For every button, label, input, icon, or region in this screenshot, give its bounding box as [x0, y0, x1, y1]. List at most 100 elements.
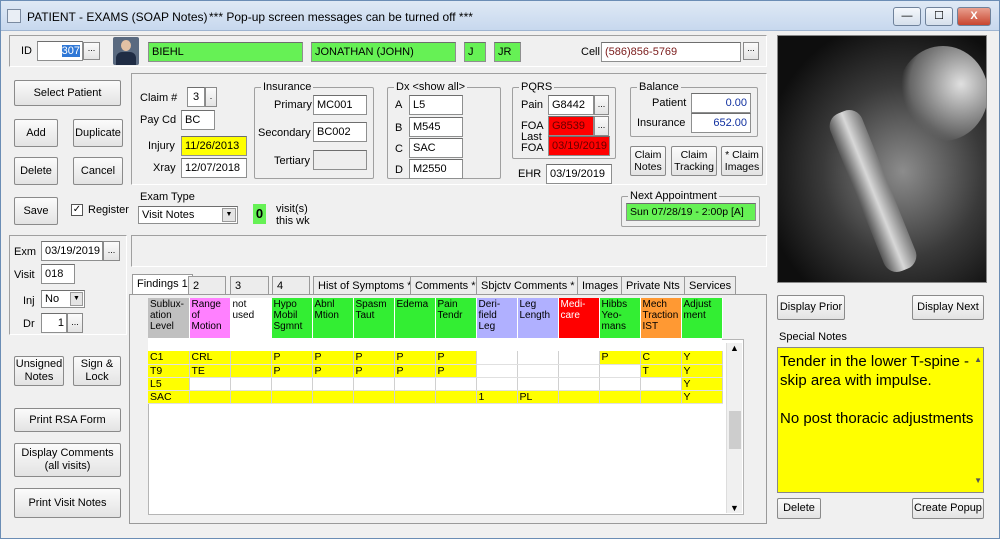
injury-date-field[interactable]: 11/26/2013 [181, 136, 247, 156]
maximize-button[interactable]: ☐ [925, 7, 953, 26]
col-edema[interactable]: Edema [394, 298, 436, 338]
paycd-field[interactable]: BC [181, 110, 215, 130]
grid-cell[interactable] [189, 377, 231, 391]
grid-cell[interactable]: Y [681, 351, 723, 365]
col-spasm[interactable]: Spasm Taut [353, 298, 395, 338]
grid-cell[interactable]: P [599, 351, 641, 365]
grid-cell[interactable]: P [435, 364, 477, 378]
grid-cell[interactable]: 1 [476, 390, 518, 404]
col-range-of-motion[interactable]: Range of Motion [189, 298, 231, 338]
grid-cell[interactable] [517, 377, 559, 391]
tab-images[interactable]: Images [577, 276, 624, 294]
grid-cell[interactable]: L5 [148, 377, 190, 391]
grid-cell[interactable]: TE [189, 364, 231, 378]
tab-findings-4[interactable]: 4 [272, 276, 310, 294]
col-leg-length[interactable]: Leg Length [517, 298, 559, 338]
ehr-date-field[interactable]: 03/19/2019 [546, 164, 612, 184]
xray-date-field[interactable]: 12/07/2018 [181, 158, 247, 178]
col-adjustment[interactable]: Adjust ment [681, 298, 723, 338]
register-checkbox[interactable]: ✓ [71, 204, 83, 216]
grid-cell[interactable] [558, 390, 600, 404]
display-next-button[interactable]: Display Next [912, 295, 984, 320]
tab-comments[interactable]: Comments * [410, 276, 481, 294]
cancel-button[interactable]: Cancel [73, 157, 123, 185]
grid-cell[interactable]: CRL [189, 351, 231, 365]
pain-lookup-button[interactable]: ... [594, 95, 609, 115]
select-patient-button[interactable]: Select Patient [14, 80, 121, 106]
grid-cell[interactable]: Y [681, 364, 723, 378]
grid-cell[interactable]: P [394, 364, 436, 378]
dx-b-field[interactable]: M545 [409, 117, 463, 137]
col-medicare[interactable]: Medi-care [558, 298, 600, 338]
col-hibbs[interactable]: Hibbs Yeo-mans [599, 298, 641, 338]
suffix-field[interactable]: JR [494, 42, 521, 62]
grid-cell[interactable] [476, 364, 518, 378]
grid-cell[interactable]: P [435, 351, 477, 365]
claim-number-field[interactable]: 3 [187, 87, 205, 107]
table-row[interactable]: L5 Y [148, 377, 723, 391]
doctor-field[interactable]: 1 [41, 313, 67, 333]
grid-cell[interactable] [271, 377, 313, 391]
grid-cell[interactable] [394, 390, 436, 404]
grid-cell[interactable]: C1 [148, 351, 190, 365]
last-name-field[interactable]: BIEHL [148, 42, 303, 62]
col-derifield-leg[interactable]: Deri-field Leg [476, 298, 518, 338]
foa-code-field[interactable]: G8539 [548, 116, 594, 136]
exam-type-select[interactable]: Visit Notes ▼ [138, 206, 238, 224]
print-visit-notes-button[interactable]: Print Visit Notes [14, 488, 121, 518]
grid-cell[interactable]: P [271, 364, 313, 378]
primary-insurance-field[interactable]: MC001 [313, 95, 367, 115]
dx-d-field[interactable]: M2550 [409, 159, 463, 179]
tab-private-notes[interactable]: Private Nts [621, 276, 685, 294]
grid-cell[interactable] [435, 390, 477, 404]
grid-cell[interactable] [312, 377, 354, 391]
foa-lookup-button[interactable]: ... [594, 116, 609, 136]
display-comments-button[interactable]: Display Comments (all visits) [14, 443, 121, 477]
col-subluxation[interactable]: Sublux-ation Level [148, 298, 190, 338]
grid-cell[interactable] [230, 377, 272, 391]
grid-cell[interactable] [476, 377, 518, 391]
exam-date-field[interactable]: 03/19/2019 [41, 241, 103, 261]
pain-code-field[interactable]: G8442 [548, 95, 594, 115]
grid-cell[interactable] [230, 364, 272, 378]
claim-notes-button[interactable]: Claim Notes [630, 146, 666, 176]
grid-cell[interactable] [312, 390, 354, 404]
dx-title[interactable]: Dx <show all> [394, 81, 468, 93]
display-prior-button[interactable]: Display Prior [777, 295, 845, 320]
grid-cell[interactable]: Y [681, 377, 723, 391]
minimize-button[interactable]: — [893, 7, 921, 26]
grid-cell[interactable]: P [353, 351, 395, 365]
claim-images-button[interactable]: * Claim Images [721, 146, 763, 176]
grid-cell[interactable]: Y [681, 390, 723, 404]
table-row[interactable]: SAC 1 PL Y [148, 390, 723, 404]
tertiary-insurance-field[interactable] [313, 150, 367, 170]
grid-cell[interactable]: C [640, 351, 682, 365]
next-appointment-field[interactable]: Sun 07/28/19 - 2:00p [A] [626, 203, 756, 221]
sign-lock-button[interactable]: Sign & Lock [73, 356, 121, 386]
id-lookup-button[interactable]: ... [83, 42, 100, 60]
grid-cell[interactable]: P [312, 351, 354, 365]
add-button[interactable]: Add [14, 119, 58, 147]
grid-cell[interactable] [640, 377, 682, 391]
grid-cell[interactable] [230, 351, 272, 365]
cell-lookup-button[interactable]: ... [743, 42, 759, 60]
dx-a-field[interactable]: L5 [409, 95, 463, 115]
grid-cell[interactable] [640, 390, 682, 404]
grid-cell[interactable] [599, 364, 641, 378]
delete-notes-button[interactable]: Delete [777, 498, 821, 519]
tab-services[interactable]: Services [684, 276, 737, 294]
grid-cell[interactable]: P [353, 364, 395, 378]
last-foa-field[interactable]: 03/19/2019 [548, 136, 610, 156]
grid-cell[interactable]: T [640, 364, 682, 378]
grid-cell[interactable]: PL [517, 390, 559, 404]
middle-initial-field[interactable]: J [464, 42, 486, 62]
grid-cell[interactable]: P [394, 351, 436, 365]
duplicate-button[interactable]: Duplicate [73, 119, 123, 147]
exam-date-button[interactable]: ... [103, 241, 120, 261]
chevron-down-icon[interactable]: ▼ [730, 503, 739, 513]
delete-button[interactable]: Delete [14, 157, 58, 185]
doctor-lookup-button[interactable]: ... [67, 313, 83, 333]
col-pain-tendr[interactable]: Pain Tendr [435, 298, 477, 338]
claim-tracking-button[interactable]: Claim Tracking [671, 146, 717, 176]
grid-cell[interactable] [558, 377, 600, 391]
